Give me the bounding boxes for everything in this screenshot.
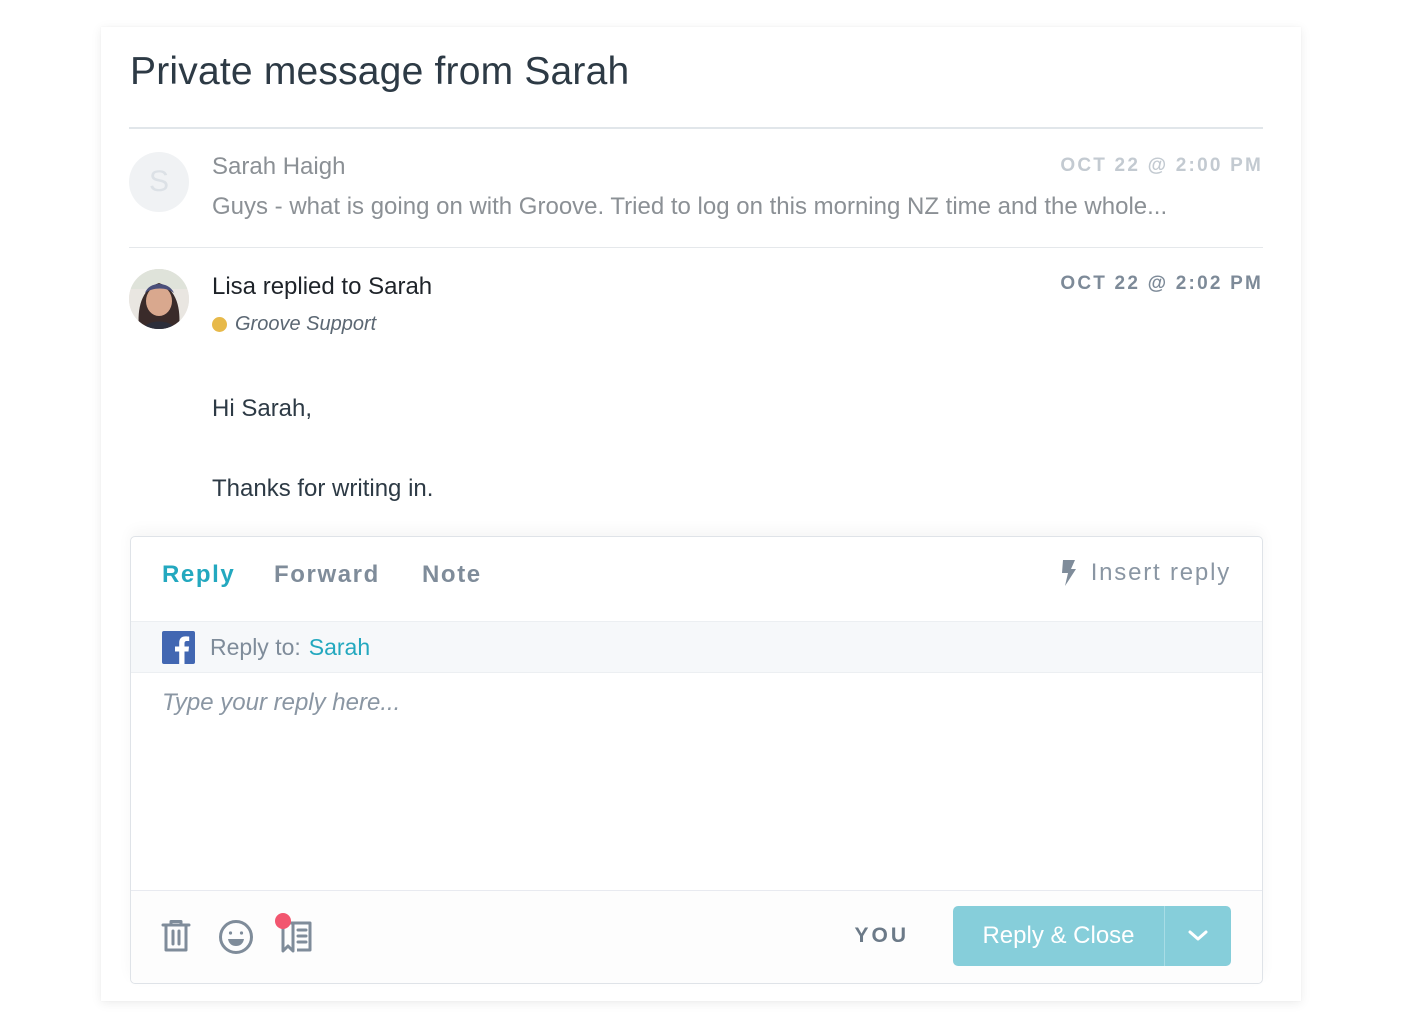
lightning-icon <box>1061 560 1076 586</box>
message-timestamp: OCT 22 @ 2:02 PM <box>1060 273 1263 294</box>
reply-composer: Reply Forward Note Insert reply Reply to… <box>130 536 1263 984</box>
team-label: Groove Support <box>212 313 376 336</box>
avatar <box>129 269 189 329</box>
tab-forward[interactable]: Forward <box>274 561 380 589</box>
emoji-icon[interactable] <box>218 919 254 960</box>
notification-dot <box>275 913 291 929</box>
avatar: S <box>129 152 189 212</box>
message-timestamp: OCT 22 @ 2:00 PM <box>1060 155 1263 176</box>
composer-footer: YOU Reply & Close <box>131 890 1262 983</box>
recipient-bar: Reply to: Sarah <box>131 621 1262 673</box>
title-divider <box>129 127 1263 129</box>
message-author: Sarah Haigh <box>212 153 346 180</box>
facebook-icon <box>162 630 195 664</box>
composer-tabs: Reply Forward Note Insert reply <box>131 537 1262 621</box>
team-color-dot <box>212 317 227 332</box>
send-options-button[interactable] <box>1165 906 1231 966</box>
message-preview: Guys - what is going on with Groove. Tri… <box>212 193 1168 220</box>
knowledge-base-icon[interactable] <box>275 913 313 958</box>
trash-icon[interactable] <box>161 919 191 958</box>
reply-and-close-button[interactable]: Reply & Close <box>953 906 1165 966</box>
message-body: Hi Sarah, Thanks for writing in. <box>212 395 1263 537</box>
team-name: Groove Support <box>235 313 377 335</box>
message-divider <box>129 247 1263 248</box>
message-author: Lisa replied to Sarah <box>212 273 433 300</box>
tab-note[interactable]: Note <box>422 561 482 589</box>
tab-reply[interactable]: Reply <box>162 561 235 589</box>
conversation-panel: Private message from Sarah S Sarah Haigh… <box>101 27 1301 1001</box>
page-title: Private message from Sarah <box>130 50 630 93</box>
message-expanded: Lisa replied to Sarah OCT 22 @ 2:02 PM G… <box>129 267 1263 537</box>
agent-photo-icon <box>129 269 189 329</box>
message-paragraph: Hi Sarah, <box>212 395 313 422</box>
recipient-label: Reply to: <box>210 633 301 660</box>
reply-input[interactable] <box>131 673 1262 890</box>
recipient-name[interactable]: Sarah <box>309 634 370 661</box>
chevron-down-icon <box>1188 930 1208 941</box>
insert-reply-button[interactable]: Insert reply <box>1061 559 1231 587</box>
insert-reply-label: Insert reply <box>1090 559 1231 586</box>
assignee-selector[interactable]: YOU <box>854 924 909 948</box>
message-paragraph: Thanks for writing in. <box>212 475 434 502</box>
send-button-group: Reply & Close <box>953 906 1231 966</box>
message-collapsed[interactable]: S Sarah Haigh OCT 22 @ 2:00 PM Guys - wh… <box>129 151 1263 247</box>
